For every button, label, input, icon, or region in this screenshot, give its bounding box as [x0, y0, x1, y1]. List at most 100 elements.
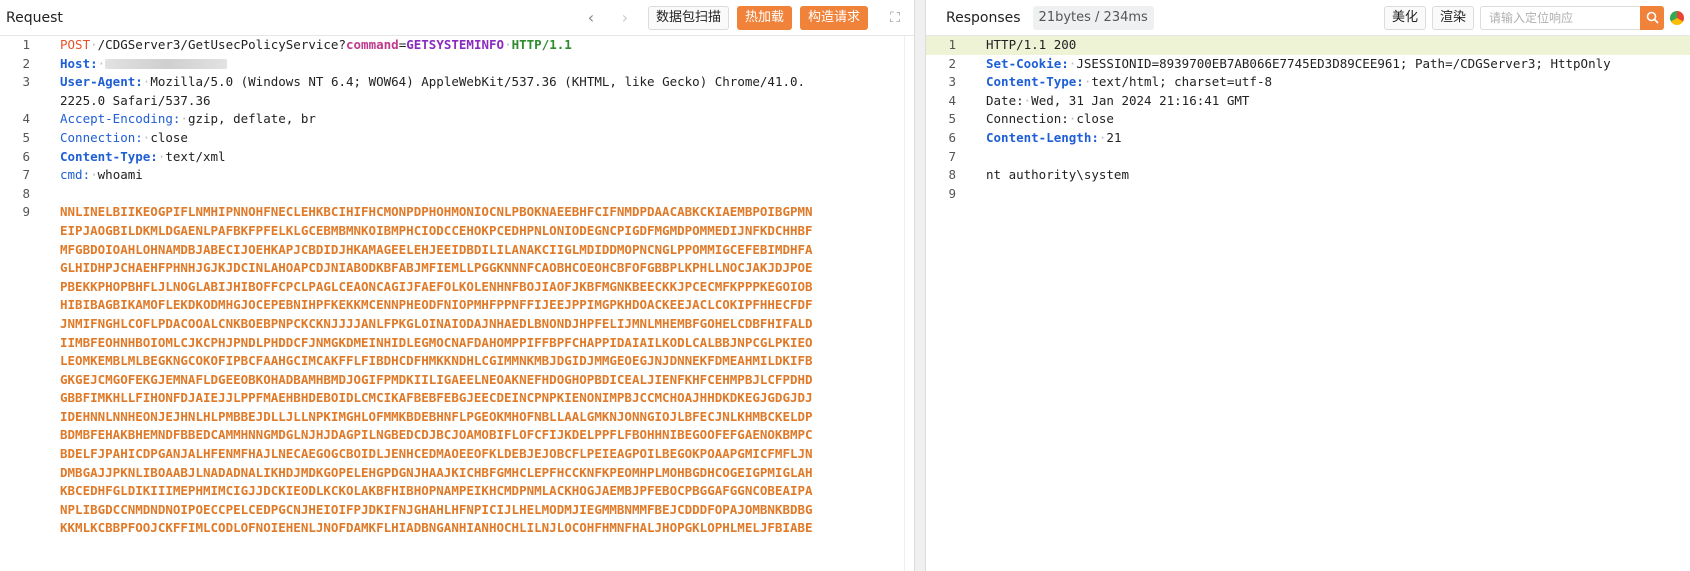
response-pane: Responses 21bytes / 234ms 美化 渲染 1 HTTP/1… [926, 0, 1690, 571]
response-line-2: 2 Set-Cookie:·JSESSIONID=8939700EB7AB066… [926, 55, 1690, 74]
request-body-line: KBCEDHFGLDIKIIIMEPHMIMCIGJJDCKIEODLKCKOL… [0, 482, 914, 501]
line-number: 1 [948, 37, 956, 52]
back-arrow-icon[interactable]: ‹ [582, 8, 600, 27]
body-blob-text: NNLINELBIIKEOGPIFLNMHIPNNOHFNECLEHKBCIHI… [60, 204, 813, 220]
forward-arrow-icon[interactable]: › [616, 8, 634, 27]
line-number: 2 [948, 55, 956, 71]
header-key: Connection: [986, 111, 1069, 127]
request-line-content: POST·/CDGServer3/GetUsecPolicyService?co… [60, 37, 572, 52]
body-blob-text: GLHIDHPJCHAEHFPHNHJGJKJDCINLAHOAPCDJNIAB… [60, 260, 813, 276]
line-number: 2 [22, 55, 30, 71]
header-value: JSESSIONID=8939700EB7AB066E7745ED3D89CEE… [1076, 55, 1611, 71]
body-blob-text: JNMIFNGHLCOFLPDACOOALCNKBOEBPNPCKCKNJJJJ… [60, 315, 813, 331]
request-path: /CDGServer3/GetUsecPolicyService? [97, 37, 346, 52]
line-number: 6 [948, 129, 956, 145]
header-value: 21 [1106, 129, 1122, 145]
request-body-line: NPLIBGDCCNMDNDNOIPOECCPELCEDPGCNJHEIOIFP… [0, 501, 914, 520]
request-body-line: LEOMKEMBLMLBEGKNGCOKOFIPBCFAAHGCIMCAKFFL… [0, 352, 914, 371]
request-body-line: HIBIBAGBIKAMOFLEKDKODMHGJOCEPEBNIHPFKEKK… [0, 296, 914, 315]
body-blob-text: IIMBFEOHNHBOIOMLCJKCPHJPNDLPHDDCFJNMGKDM… [60, 334, 813, 350]
line-number: 9 [22, 204, 30, 220]
line-number: 8 [948, 167, 956, 183]
body-blob-text: HIBIBAGBIKAMOFLEKDKODMHGJOCEPEBNIHPFKEKK… [60, 297, 813, 313]
header-value-wrap: 2225.0 Safari/537.36 [60, 92, 211, 108]
line-number: 7 [22, 167, 30, 183]
render-button[interactable]: 渲染 [1431, 5, 1474, 30]
body-blob-text: BDELFJPAHICDPGANJALHFENMFHAJLNECAEGOGCBO… [60, 446, 813, 462]
response-line-1: 1 HTTP/1.1 200 [926, 36, 1690, 55]
header-value: Wed, 31 Jan 2024 21:16:41 GMT [1031, 92, 1250, 108]
header-value: close [150, 129, 188, 145]
body-blob-text: LEOMKEMBLMLBEGKNGCOKOFIPBCFAAHGCIMCAKFFL… [60, 353, 813, 369]
header-value: whoami [97, 167, 143, 183]
request-line-9: 9 NNLINELBIIKEOGPIFLNMHIPNNOHFNECLEHKBCI… [0, 203, 914, 222]
header-key: cmd: [60, 167, 91, 183]
header-key: Accept-Encoding: [60, 111, 181, 127]
request-body-line: EIPJAOGBILDKMLDGAENLPAFBKFPFELKLGCEBMBMN… [0, 222, 914, 241]
packet-scan-button[interactable]: 数据包扫描 [647, 5, 729, 30]
request-body-line: DMBGAJJPKNLIBOAABJLNADADNALIKHDJMDKGOPEL… [0, 464, 914, 483]
request-body: EIPJAOGBILDKMLDGAENLPAFBKFPFELKLGCEBMBMN… [0, 222, 914, 538]
body-blob-text: DMBGAJJPKNLIBOAABJLNADADNALIKHDJMDKGOPEL… [60, 464, 813, 480]
request-body-line: BDELFJPAHICDPGANJALHFENMFHAJLNECAEGOGCBO… [0, 445, 914, 464]
header-value: close [1076, 111, 1114, 127]
body-blob-text: GKGEJCMGOFEKGJEMNAFLDGEEOBKOHADBAMHBMDJO… [60, 371, 813, 387]
param-key: command [346, 37, 399, 52]
header-value: Mozilla/5.0 (Windows NT 6.4; WOW64) Appl… [150, 74, 806, 90]
header-key: Content-Length: [986, 129, 1099, 145]
expand-icon[interactable]: ⛶ [882, 10, 908, 26]
response-search [1480, 5, 1664, 30]
response-search-input[interactable] [1480, 5, 1640, 30]
request-body-line: KKMLKCBBPFOOJCKFFIMLCODLOFNOIEHENLJNOFDA… [0, 519, 914, 538]
request-line-8: 8 [0, 185, 914, 204]
response-header: Responses 21bytes / 234ms 美化 渲染 [926, 0, 1690, 36]
header-key: Date: [986, 92, 1024, 108]
body-blob-text: IDEHNNLNNHEONJEJHNLHLPMBBEJDLLJLLNPKIMGH… [60, 408, 813, 424]
request-body-line: BDMBFEHAKBHEMNDFBBEDCAMMHNNGMDGLNJHJDAGP… [0, 426, 914, 445]
redacted-host [105, 58, 228, 69]
response-editor[interactable]: 1 HTTP/1.1 200 2 Set-Cookie:·JSESSIONID=… [926, 36, 1690, 571]
line-number: 8 [22, 185, 30, 201]
request-line-2: 2 Host:· [0, 55, 914, 74]
header-key: Set-Cookie: [986, 55, 1069, 71]
line-number: 3 [948, 74, 956, 90]
hot-load-button[interactable]: 热加载 [736, 5, 792, 30]
line-number: 7 [948, 148, 956, 164]
response-body-text: nt authority\system [986, 167, 1129, 183]
request-body-line: GKGEJCMGOFEKGJEMNAFLDGEEOBKOHADBAMHBMDJO… [0, 371, 914, 390]
header-value: gzip, deflate, br [187, 111, 316, 127]
pane-divider[interactable] [914, 0, 926, 571]
request-header: Request ‹ › 数据包扫描 热加载 构造请求 ⛶ [0, 0, 914, 36]
build-request-button[interactable]: 构造请求 [799, 5, 868, 30]
request-body-line: JNMIFNGHLCOFLPDACOOALCNKBOEBPNPCKCKNJJJJ… [0, 315, 914, 334]
param-value: GETSYSTEMINFO [406, 37, 505, 52]
request-body-line: GBBFIMKHLLFIHONFDJAIEJJLPPFMAEHBHDEBOIDL… [0, 389, 914, 408]
request-body-line: IIMBFEOHNHBOIOMLCJKCPHJPNDLPHDDCFJNMGKDM… [0, 334, 914, 353]
request-line-1: 1 POST·/CDGServer3/GetUsecPolicyService?… [0, 36, 914, 55]
request-line-4: 4 Accept-Encoding:·gzip, deflate, br [0, 110, 914, 129]
body-blob-text: GBBFIMKHLLFIHONFDJAIEJJLPPFMAEHBHDEBOIDL… [60, 390, 813, 406]
header-key: Host: [60, 55, 98, 71]
line-number: 4 [948, 92, 956, 108]
request-editor[interactable]: 1 POST·/CDGServer3/GetUsecPolicyService?… [0, 36, 914, 571]
line-number: 6 [22, 148, 30, 164]
request-line-7: 7 cmd:·whoami [0, 166, 914, 185]
line-number: 9 [948, 185, 956, 201]
header-key: Content-Type: [60, 148, 158, 164]
search-button[interactable] [1640, 5, 1664, 30]
beautify-button[interactable]: 美化 [1383, 5, 1426, 30]
status-line: HTTP/1.1 200 [986, 37, 1077, 52]
response-line-8: 8 nt authority\system [926, 166, 1690, 185]
request-body-line: IDEHNNLNNHEONJEJHNLHLPMBBEJDLLJLLNPKIMGH… [0, 408, 914, 427]
line-number: 5 [948, 111, 956, 127]
response-line-9: 9 [926, 185, 1690, 204]
body-blob-text: KBCEDHFGLDIKIIIMEPHMIMCIGJJDCKIEODLKCKOL… [60, 483, 813, 499]
request-scrollbar[interactable] [904, 36, 914, 571]
body-blob-text: MFGBDOIOAHLOHNAMDBJABECIJOEHKAPJCBDIDJHK… [60, 241, 813, 257]
line-number: 3 [22, 74, 30, 90]
header-key: Connection: [60, 129, 143, 145]
app-window: Request ‹ › 数据包扫描 热加载 构造请求 ⛶ 1 POST·/CDG… [0, 0, 1690, 571]
request-line-5: 5 Connection:·close [0, 129, 914, 148]
response-stats-badge: 21bytes / 234ms [1032, 5, 1154, 30]
body-blob-text: BDMBFEHAKBHEMNDFBBEDCAMMHNNGMDGLNJHJDAGP… [60, 427, 813, 443]
